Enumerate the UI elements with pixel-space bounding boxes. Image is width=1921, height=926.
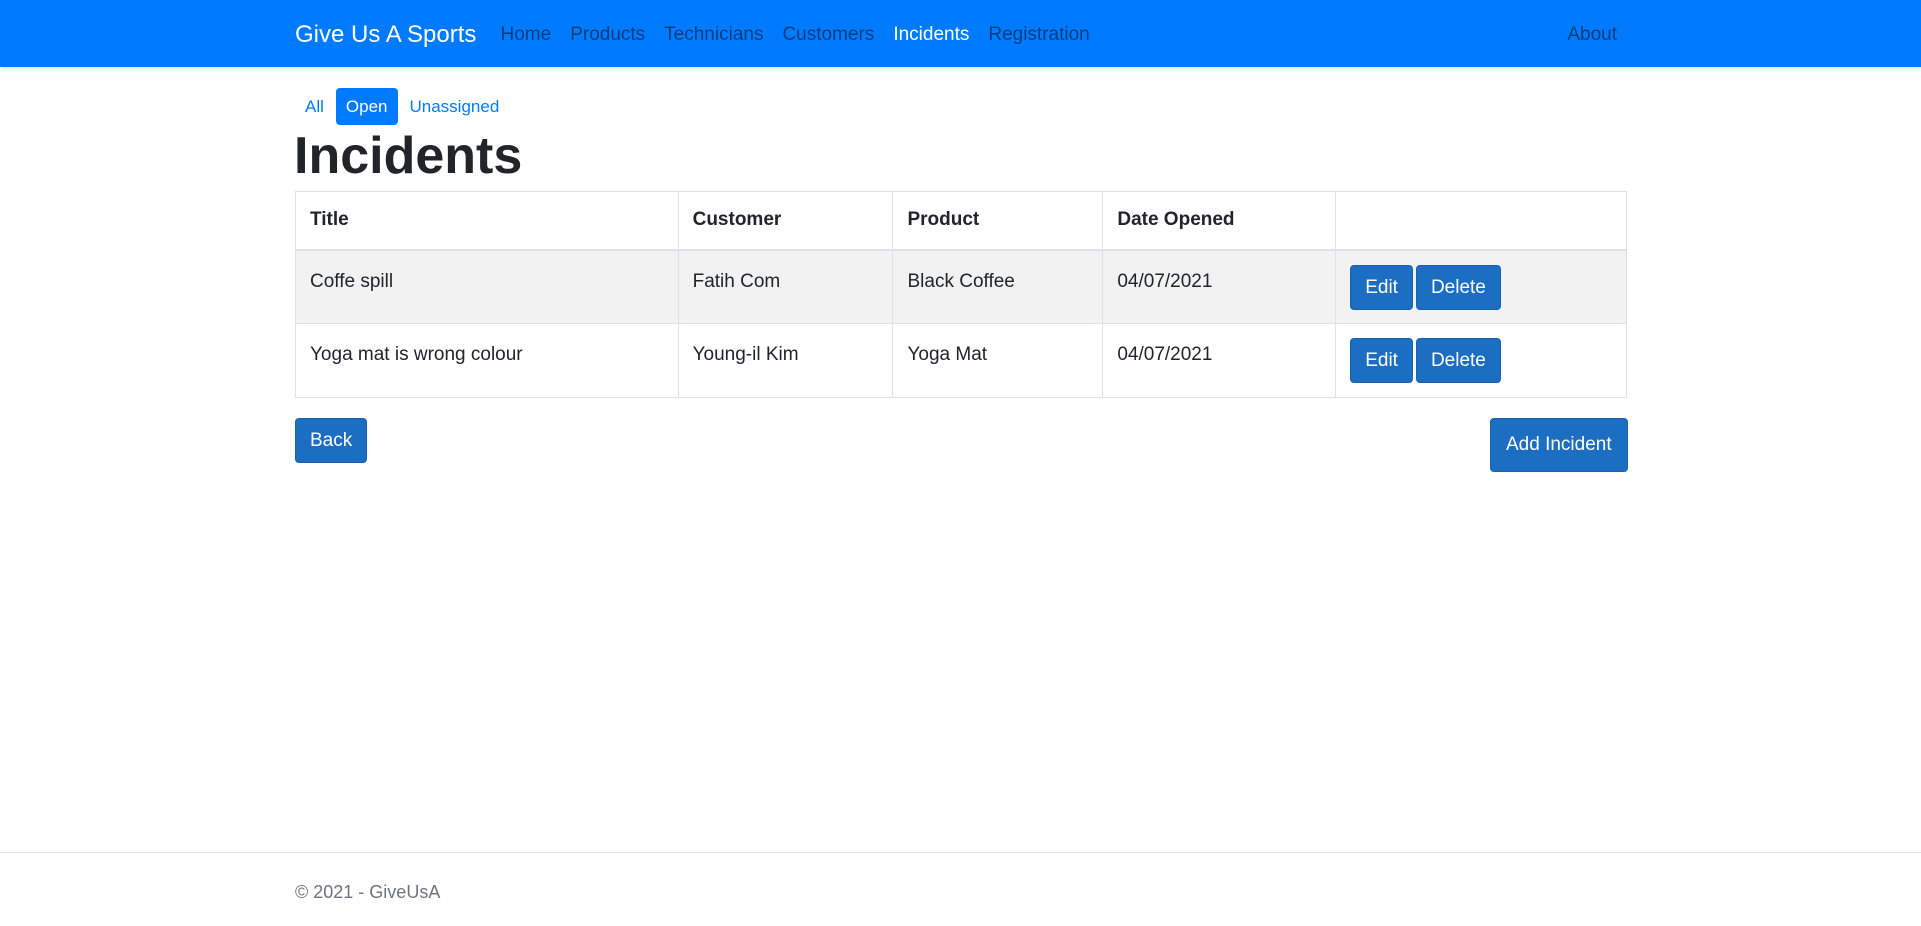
nav-link-home[interactable]: Home [491, 23, 561, 47]
table-row: Coffe spill Fatih Com Black Coffee 04/07… [295, 249, 1627, 324]
column-header-date-opened: Date Opened [1102, 191, 1337, 251]
column-header-product: Product [892, 191, 1104, 251]
edit-button[interactable]: Edit [1350, 338, 1413, 383]
cell-date-opened: 04/07/2021 [1102, 249, 1337, 324]
nav-link-products[interactable]: Products [561, 23, 655, 47]
table-row: Yoga mat is wrong colour Young-il Kim Yo… [295, 323, 1627, 398]
footer-copyright: © 2021 - GiveUsA [295, 882, 441, 902]
filter-open[interactable]: Open [335, 88, 398, 125]
cell-product: Yoga Mat [892, 323, 1104, 398]
table-header-row: Title Customer Product Date Opened [295, 191, 1627, 251]
cell-customer: Fatih Com [677, 249, 894, 324]
cell-customer: Young-il Kim [677, 323, 894, 398]
back-button[interactable]: Back [295, 418, 368, 463]
cell-actions: Edit Delete [1335, 249, 1627, 324]
table-body: Coffe spill Fatih Com Black Coffee 04/07… [295, 249, 1627, 398]
page-title: Incidents [294, 127, 523, 185]
delete-button[interactable]: Delete [1415, 264, 1501, 310]
brand-link[interactable]: Give Us A Sports [295, 20, 476, 50]
nav-link-incidents[interactable]: Incidents [884, 23, 979, 47]
column-header-title: Title [295, 191, 679, 251]
cell-title: Coffe spill [295, 249, 679, 324]
cell-product: Black Coffee [892, 249, 1104, 324]
nav-link-registration[interactable]: Registration [979, 23, 1099, 47]
table-header: Title Customer Product Date Opened [295, 191, 1627, 251]
filter-all[interactable]: All [295, 88, 334, 125]
cell-actions: Edit Delete [1335, 323, 1627, 398]
column-header-actions [1335, 191, 1627, 251]
nav-link-customers[interactable]: Customers [773, 23, 884, 47]
cell-title: Yoga mat is wrong colour [295, 323, 679, 398]
top-navbar: Give Us A Sports Home Products Technicia… [0, 0, 1921, 67]
nav-link-about[interactable]: About [1567, 23, 1617, 47]
nav-link-technicians[interactable]: Technicians [655, 23, 773, 47]
incident-filter-pills: All Open Unassigned [295, 88, 511, 125]
delete-button[interactable]: Delete [1415, 338, 1501, 383]
footer-divider [0, 852, 1921, 853]
edit-button[interactable]: Edit [1350, 264, 1413, 310]
incidents-table: Title Customer Product Date Opened Coffe… [295, 191, 1627, 398]
column-header-customer: Customer [677, 191, 894, 251]
cell-date-opened: 04/07/2021 [1102, 323, 1337, 398]
add-incident-button[interactable]: Add Incident [1490, 418, 1628, 472]
filter-unassigned[interactable]: Unassigned [400, 88, 510, 125]
main-nav: Home Products Technicians Customers Inci… [491, 23, 1099, 47]
